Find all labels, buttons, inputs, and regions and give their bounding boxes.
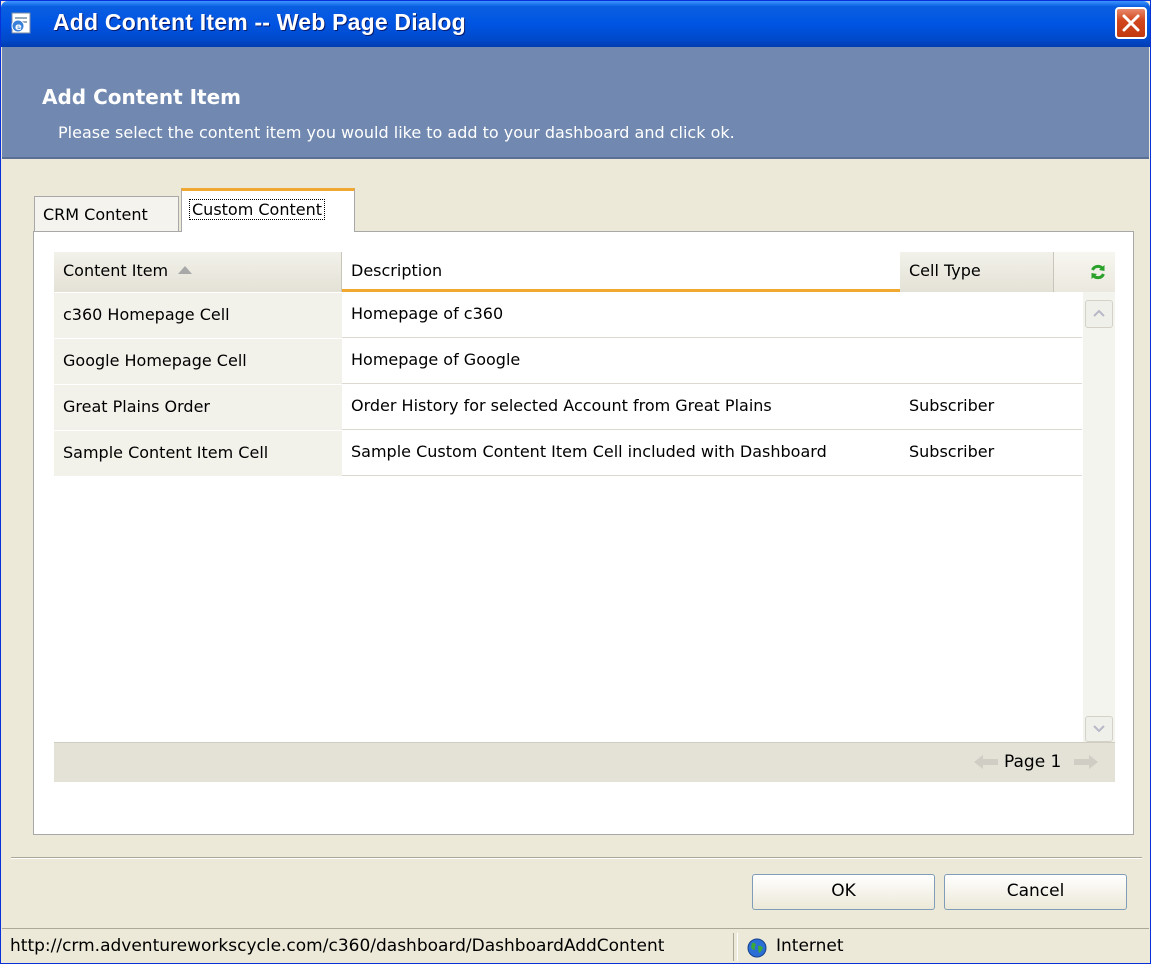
globe-icon xyxy=(747,938,767,958)
cell-content-item: Great Plains Order xyxy=(54,384,342,430)
status-url: http://crm.adventureworkscycle.com/c360/… xyxy=(10,933,734,961)
scroll-down-icon xyxy=(1093,725,1105,733)
column-label: Description xyxy=(351,261,443,280)
header-subtitle: Please select the content item you would… xyxy=(58,123,735,142)
column-header-description[interactable]: Description xyxy=(342,252,900,292)
cell-description: Order History for selected Account from … xyxy=(351,396,772,415)
content-grid: Content Item Description Cell Type c360 xyxy=(54,252,1115,815)
cell-content-item: Sample Content Item Cell xyxy=(54,430,342,476)
cancel-button[interactable]: Cancel xyxy=(944,874,1127,910)
column-label: Cell Type xyxy=(909,261,981,280)
tab-crm-content[interactable]: CRM Content xyxy=(34,196,179,231)
cell-description: Homepage of c360 xyxy=(351,304,504,323)
grid-rows: c360 Homepage Cell Homepage of c360 Goog… xyxy=(54,292,1082,742)
scroll-down-button[interactable] xyxy=(1085,716,1113,742)
column-header-cell-type[interactable]: Cell Type xyxy=(900,252,1054,292)
cell-description: Sample Custom Content Item Cell included… xyxy=(351,442,827,461)
close-icon xyxy=(1122,14,1140,32)
ie-page-icon: e xyxy=(11,12,31,34)
scroll-up-icon xyxy=(1093,309,1105,317)
table-row[interactable]: Google Homepage Cell Homepage of Google xyxy=(54,338,1082,384)
cell-type: Subscriber xyxy=(909,442,995,461)
refresh-icon[interactable] xyxy=(1089,263,1107,281)
cell-content-item: Google Homepage Cell xyxy=(54,338,342,384)
cell-description: Homepage of Google xyxy=(351,350,521,369)
title-bar[interactable]: e Add Content Item -- Web Page Dialog xyxy=(1,1,1150,47)
next-page-icon[interactable] xyxy=(1072,753,1100,771)
tab-label: CRM Content xyxy=(43,205,148,224)
grid-pager: Page 1 xyxy=(54,742,1115,782)
sort-ascending-icon xyxy=(178,266,193,274)
prev-page-icon[interactable] xyxy=(972,753,1000,771)
window-title: Add Content Item -- Web Page Dialog xyxy=(53,9,466,35)
vertical-scrollbar[interactable] xyxy=(1083,292,1115,742)
cell-type xyxy=(900,338,1080,384)
cell-type: Subscriber xyxy=(909,396,995,415)
security-zone: Internet xyxy=(776,936,844,956)
column-label: Content Item xyxy=(63,261,169,280)
status-bar: http://crm.adventureworkscycle.com/c360/… xyxy=(2,928,1149,963)
table-row[interactable]: Great Plains Order Order History for sel… xyxy=(54,384,1082,430)
dialog-header: Add Content Item Please select the conte… xyxy=(2,47,1149,159)
dialog-window: e Add Content Item -- Web Page Dialog Ad… xyxy=(0,0,1151,964)
scroll-up-button[interactable] xyxy=(1085,300,1113,328)
svg-text:e: e xyxy=(15,22,22,33)
ok-button[interactable]: OK xyxy=(752,874,935,910)
close-button[interactable] xyxy=(1115,7,1147,39)
cell-type xyxy=(900,292,1080,338)
status-separator xyxy=(737,933,738,961)
header-title: Add Content Item xyxy=(42,85,242,109)
tab-label: Custom Content xyxy=(188,199,326,220)
column-header-content-item[interactable]: Content Item xyxy=(54,252,342,292)
table-row[interactable]: Sample Content Item Cell Sample Custom C… xyxy=(54,430,1082,476)
tab-custom-content[interactable]: Custom Content xyxy=(181,188,355,232)
grid-header: Content Item Description Cell Type xyxy=(54,252,1115,292)
cell-content-item: c360 Homepage Cell xyxy=(54,292,342,338)
page-indicator: Page 1 xyxy=(1004,752,1062,772)
divider xyxy=(11,857,1142,859)
table-row[interactable]: c360 Homepage Cell Homepage of c360 xyxy=(54,292,1082,338)
tab-panel: Content Item Description Cell Type c360 xyxy=(33,231,1134,835)
